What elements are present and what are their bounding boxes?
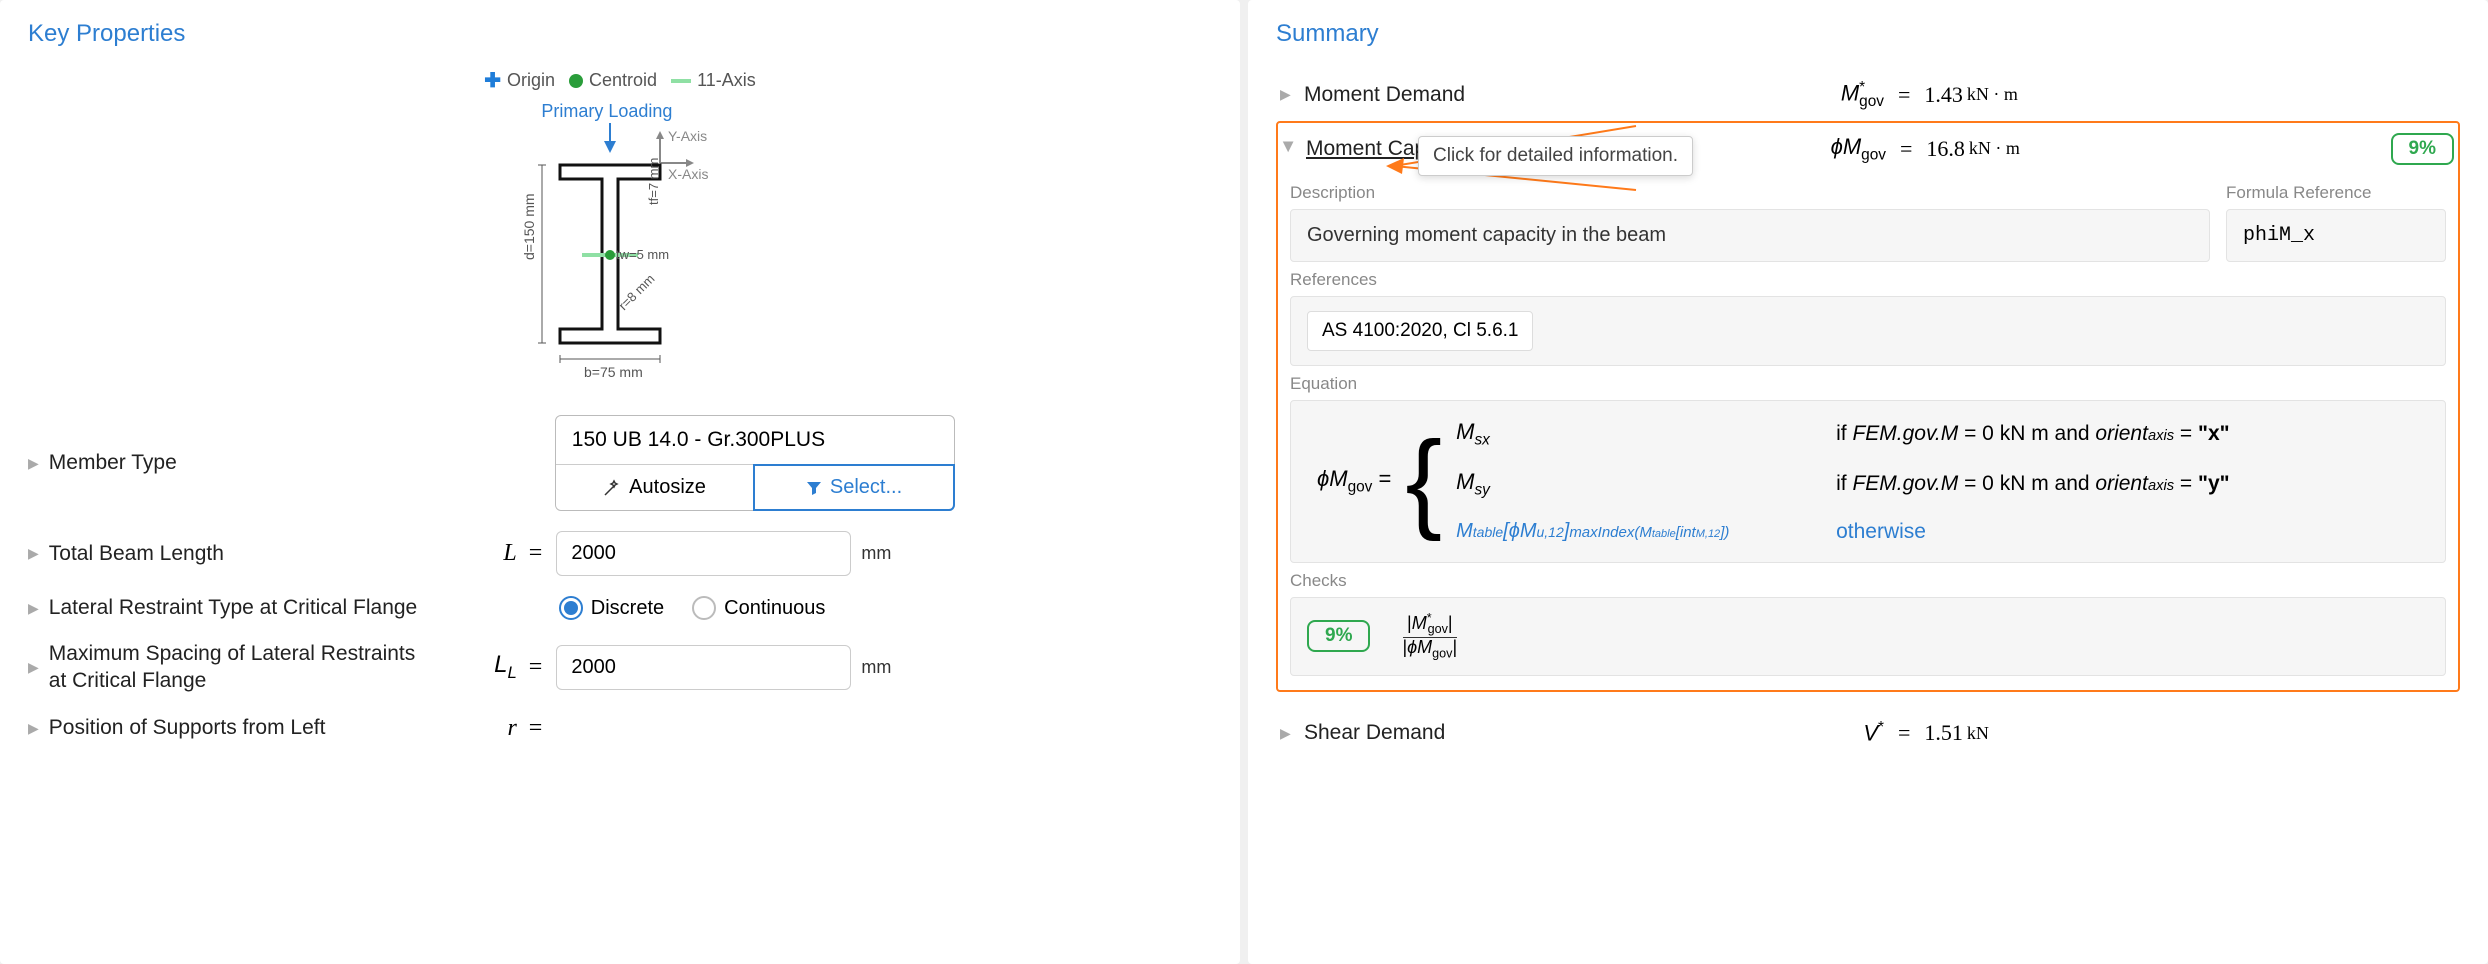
checks-fraction: |M*gov| |ϕMgov| <box>1398 612 1461 662</box>
svg-text:tf=7 mm: tf=7 mm <box>646 158 661 205</box>
description-label: Description <box>1290 183 2210 203</box>
legend-11axis: 11-Axis <box>697 70 756 91</box>
radio-checked-icon <box>559 596 583 620</box>
checks-label: Checks <box>1290 571 2446 591</box>
description-text: Governing moment capacity in the beam <box>1290 209 2210 262</box>
moment-demand-symbol: M*gov <box>1724 79 1884 111</box>
total-length-input[interactable] <box>556 531 851 576</box>
total-length-symbol: L <box>429 540 529 567</box>
member-type-value[interactable]: 150 UB 14.0 - Gr.300PLUS <box>556 416 954 465</box>
chevron-right-icon[interactable]: ▶ <box>1280 86 1294 103</box>
row-total-length: ▶ Total Beam Length L = mm <box>28 521 1212 586</box>
reference-chip[interactable]: AS 4100:2020, Cl 5.6.1 <box>1307 311 1533 351</box>
chevron-right-icon[interactable]: ▶ <box>28 455 39 472</box>
restraint-type-label: Lateral Restraint Type at Critical Flang… <box>49 596 559 620</box>
svg-text:d=150 mm: d=150 mm <box>521 193 537 260</box>
chevron-right-icon[interactable]: ▶ <box>28 545 39 562</box>
svg-text:r=8 mm: r=8 mm <box>616 271 658 313</box>
radio-unchecked-icon <box>692 596 716 620</box>
restraint-discrete[interactable]: Discrete <box>559 596 664 620</box>
chevron-down-icon[interactable]: ▶ <box>1281 142 1298 156</box>
filter-icon <box>806 480 822 496</box>
chevron-right-icon[interactable]: ▶ <box>28 659 39 676</box>
diagram-legend: ✚ Origin Centroid 11-Axis <box>28 68 1212 93</box>
autosize-button[interactable]: Autosize <box>556 465 755 510</box>
select-button[interactable]: Select... <box>753 464 955 511</box>
chevron-right-icon[interactable]: ▶ <box>28 600 39 617</box>
max-spacing-label: Maximum Spacing of Lateral Restraints at… <box>49 640 429 695</box>
checks-badge: 9% <box>1307 620 1370 652</box>
shear-demand-unit: kN <box>1967 723 1989 744</box>
axis11-icon <box>671 79 691 83</box>
max-spacing-symbol: LL <box>429 651 529 683</box>
moment-demand-label[interactable]: Moment Demand <box>1304 83 1724 107</box>
row-shear-demand: ▶ Shear Demand V* = 1.51 kN <box>1276 708 2460 756</box>
legend-origin: Origin <box>507 70 555 91</box>
chevron-right-icon[interactable]: ▶ <box>1280 725 1294 742</box>
origin-icon: ✚ <box>484 68 501 93</box>
formula-ref-value: phiM_x <box>2226 209 2446 262</box>
primary-loading-label: Primary Loading <box>541 101 672 122</box>
equation-label: Equation <box>1290 374 2446 394</box>
click-for-detail-tooltip: Click for detailed information. <box>1418 136 1693 176</box>
row-member-type: ▶ Member Type 150 UB 14.0 - Gr.300PLUS A… <box>28 405 1212 521</box>
supports-pos-symbol: r <box>429 715 529 742</box>
moment-capacity-value: 16.8 <box>1926 136 1965 162</box>
summary-panel: Summary ▶ Moment Demand M*gov = 1.43 kN … <box>1248 0 2488 964</box>
equation-body: ϕMgov = { Msx if FEM.gov.M = 0 kN m and … <box>1307 415 2429 548</box>
moment-demand-value: 1.43 <box>1924 82 1963 108</box>
total-length-unit: mm <box>861 543 891 564</box>
restraint-radio-group: Discrete Continuous <box>559 596 826 620</box>
moment-capacity-highlight: ▶ Moment Capacity ϕMgov = 16.8 kN · m 9%… <box>1276 121 2460 693</box>
svg-text:Y-Axis: Y-Axis <box>668 128 707 144</box>
key-properties-panel: Key Properties ✚Origin Centroid 11-Axis … <box>0 0 1240 964</box>
member-type-label: Member Type <box>49 451 429 475</box>
max-spacing-input[interactable] <box>556 645 851 690</box>
svg-text:tw=5 mm: tw=5 mm <box>616 247 669 262</box>
shear-demand-symbol: V* <box>1724 719 1884 746</box>
row-max-spacing: ▶ Maximum Spacing of Lateral Restraints … <box>28 630 1212 705</box>
total-length-label: Total Beam Length <box>49 542 429 566</box>
references-label: References <box>1290 270 2446 290</box>
shear-demand-label[interactable]: Shear Demand <box>1304 721 1724 745</box>
supports-pos-label: Position of Supports from Left <box>49 716 429 740</box>
max-spacing-unit: mm <box>861 657 891 678</box>
key-properties-title: Key Properties <box>28 20 1212 48</box>
legend-centroid: Centroid <box>589 70 657 91</box>
row-supports-pos: ▶ Position of Supports from Left r = <box>28 705 1212 752</box>
restraint-continuous[interactable]: Continuous <box>692 596 825 620</box>
chevron-right-icon[interactable]: ▶ <box>28 720 39 737</box>
section-diagram: Primary Loading Y-Axis X-Axis d=150 <box>28 105 1212 385</box>
svg-text:b=75 mm: b=75 mm <box>584 364 643 380</box>
ibeam-svg: Y-Axis X-Axis d=150 mm b=75 mm tf=7 mm <box>490 105 750 385</box>
row-restraint-type: ▶ Lateral Restraint Type at Critical Fla… <box>28 586 1212 630</box>
moment-capacity-badge: 9% <box>2391 133 2454 165</box>
moment-capacity-unit: kN · m <box>1969 138 2020 159</box>
member-type-selector: 150 UB 14.0 - Gr.300PLUS Autosize Select… <box>555 415 955 511</box>
svg-text:X-Axis: X-Axis <box>668 166 708 182</box>
moment-capacity-symbol: ϕMgov <box>1726 134 1886 164</box>
summary-title: Summary <box>1276 20 2460 48</box>
wand-icon <box>603 479 621 497</box>
row-moment-demand: ▶ Moment Demand M*gov = 1.43 kN · m <box>1276 68 2460 121</box>
formula-ref-label: Formula Reference <box>2226 183 2446 203</box>
moment-demand-unit: kN · m <box>1967 84 2018 105</box>
shear-demand-value: 1.51 <box>1924 720 1963 746</box>
centroid-icon <box>569 74 583 88</box>
